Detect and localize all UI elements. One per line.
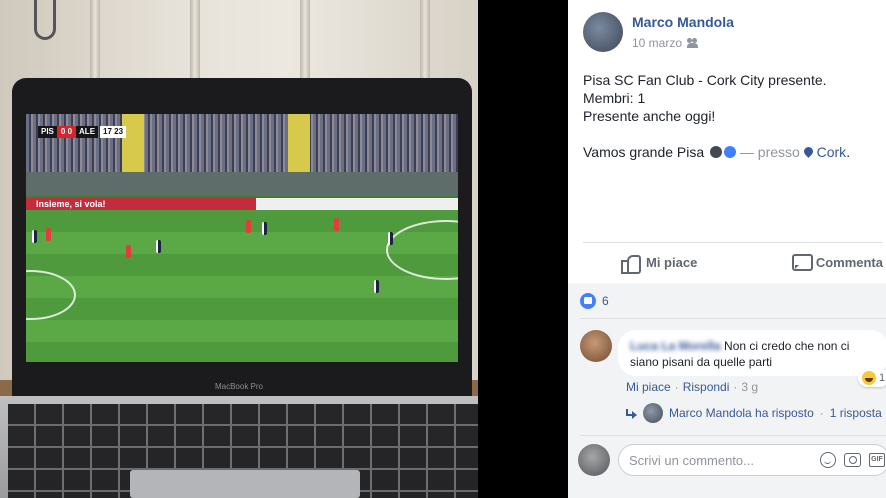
banner-text: Insieme, si vola! (36, 199, 106, 209)
post-line: Pisa SC Fan Club - Cork City presente. (583, 72, 827, 88)
cable (34, 0, 56, 40)
presso-text: — presso (739, 144, 800, 160)
comment-label: Commenta (815, 254, 883, 270)
post-date[interactable]: 10 marzo (632, 36, 682, 50)
post-text: Pisa SC Fan Club - Cork City presente. M… (583, 71, 878, 161)
divider (580, 318, 886, 319)
stadium-stairs (288, 114, 310, 174)
comment-time[interactable]: 3 g (741, 380, 758, 394)
current-user-avatar (578, 444, 610, 476)
comment-actions: Mi piace · Rispondi · 3 g (626, 380, 758, 394)
reply-arrow-icon (626, 408, 637, 419)
emoji-icon[interactable] (820, 452, 836, 468)
comment-bubble: Luca La Morella Non ci credo che non ci … (618, 330, 886, 376)
player (334, 218, 339, 231)
blue-circle-emoji (724, 146, 737, 158)
post-meta: 10 marzo (632, 36, 699, 50)
author-name[interactable]: Marco Mandola (632, 14, 734, 30)
post-line-text: Vamos grande Pisa (583, 144, 705, 160)
ad-board-white (256, 198, 458, 210)
like-button[interactable]: Mi piace (583, 254, 719, 274)
player (126, 245, 131, 258)
player (246, 220, 251, 233)
post-panel: Marco Mandola 10 marzo Pisa SC Fan Club … (568, 0, 886, 498)
match-clock: 17 23 (100, 126, 127, 138)
comment-reaction-count: 1 (879, 372, 886, 384)
pitch-line (386, 220, 458, 280)
separator: · (674, 380, 679, 394)
divider (580, 435, 886, 436)
comment-like-link[interactable]: Mi piace (626, 380, 671, 394)
away-team: ALE (76, 126, 99, 138)
author-avatar[interactable] (583, 12, 623, 52)
location-link[interactable]: Cork (817, 144, 847, 160)
post-line: Presente anche oggi! (583, 108, 716, 124)
stadium-lower-stand (26, 172, 458, 196)
pitch-line (26, 270, 76, 320)
player (156, 240, 161, 253)
player (262, 222, 267, 235)
reactions-count: 6 (602, 294, 609, 308)
replies-link[interactable]: Marco Mandola ha risposto · 1 risposta (626, 403, 882, 423)
post-line: Vamos grande Pisa — presso Cork. (583, 143, 878, 161)
post-actions: Mi piace Commenta (583, 243, 883, 281)
player (388, 232, 393, 245)
laptop-screen: Insieme, si vola! PIS 0 0 ALE 17 23 (26, 114, 458, 362)
like-icon (580, 293, 596, 309)
home-team: PIS (38, 126, 57, 138)
separator: · (733, 380, 738, 394)
reactions-summary[interactable]: 6 (580, 293, 609, 309)
score: 0 0 (56, 126, 77, 138)
post-period: . (846, 144, 851, 160)
friends-icon[interactable] (687, 38, 699, 48)
gif-icon[interactable]: GIF (869, 453, 885, 467)
player (46, 228, 51, 241)
commenter-avatar[interactable] (580, 330, 612, 362)
replies-text: Marco Mandola ha risposto (669, 406, 814, 420)
player (374, 280, 379, 293)
stadium-stairs (122, 114, 144, 174)
post-photo[interactable]: Insieme, si vola! PIS 0 0 ALE 17 23 MacB… (0, 0, 478, 498)
comment-reactions[interactable]: 1 (858, 369, 886, 387)
location-pin-icon (804, 147, 813, 158)
comment-icon (791, 254, 813, 271)
post-line: Membri: 1 (583, 90, 646, 106)
scoreboard: PIS 0 0 ALE 17 23 (38, 126, 127, 138)
laptop-brand: MacBook Pro (214, 382, 264, 391)
player (32, 230, 37, 243)
trackpad (130, 470, 360, 498)
comment-author[interactable]: Luca La Morella (630, 339, 721, 353)
camera-icon[interactable] (844, 453, 861, 467)
reply-avatar (643, 403, 663, 423)
composer-tools: GIF (820, 452, 885, 468)
comment-button[interactable]: Commenta (791, 254, 883, 271)
haha-icon (862, 371, 876, 385)
like-icon (621, 254, 641, 274)
separator: · (819, 406, 824, 420)
black-circle-emoji (710, 146, 723, 158)
comment-reply-link[interactable]: Rispondi (683, 380, 730, 394)
replies-count: 1 risposta (829, 406, 882, 420)
like-label: Mi piace (646, 254, 698, 270)
football-pitch (26, 210, 458, 362)
